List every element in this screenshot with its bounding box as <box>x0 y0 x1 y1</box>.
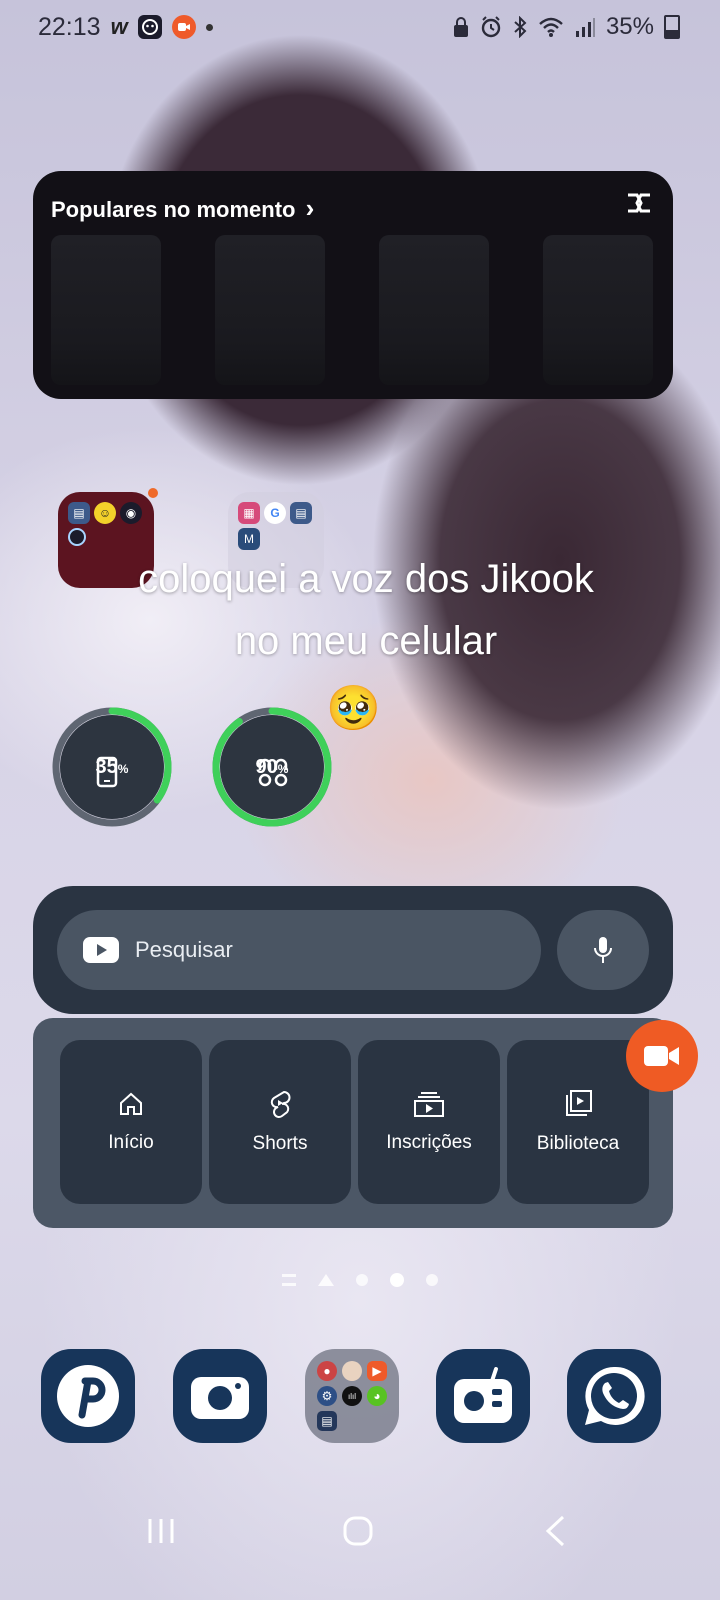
page-indicator-feed <box>282 1274 296 1286</box>
w-app-icon: w <box>110 14 128 39</box>
tab-shorts[interactable]: Shorts <box>209 1040 351 1204</box>
circle-app-icon <box>68 528 86 546</box>
status-bar: 22:13 w 35% <box>38 10 680 44</box>
home-icon <box>120 1092 142 1115</box>
page-dot <box>356 1274 368 1286</box>
audio-app-icon: ılıl <box>342 1386 362 1406</box>
print-app-icon: ▤ <box>68 502 90 524</box>
capcut-template-thumbnail[interactable] <box>543 235 653 385</box>
earbuds-battery-widget[interactable]: 90% <box>210 705 334 829</box>
camera-recorder-icon <box>171 15 196 39</box>
page-dot <box>426 1274 438 1286</box>
lock-icon <box>453 17 468 37</box>
search-placeholder: Pesquisar <box>135 937 233 962</box>
print-app-icon: ▤ <box>290 502 312 524</box>
library-icon <box>566 1090 592 1116</box>
home-nav-icon <box>343 1516 373 1546</box>
phone-battery-widget[interactable]: 35% <box>50 705 174 829</box>
tab-inicio[interactable]: Início <box>60 1040 202 1204</box>
radio-app[interactable] <box>436 1349 530 1443</box>
capcut-template-thumbnail[interactable] <box>215 235 325 385</box>
video-caption: coloquei a voz dos Jikook no meu celular <box>0 548 720 672</box>
youtube-search-bar[interactable]: Pesquisar <box>57 910 541 990</box>
alarm-icon <box>481 16 501 38</box>
camera-recorder-icon: ▶ <box>367 1361 387 1381</box>
page-dot-active <box>390 1273 404 1287</box>
radio-icon <box>454 1367 512 1423</box>
recent-apps-icon <box>148 1519 174 1543</box>
caption-line-1: coloquei a voz dos Jikook <box>138 557 594 601</box>
subscriptions-icon <box>414 1092 444 1117</box>
status-time: 22:13 <box>38 12 101 41</box>
settings-icon: ⚙ <box>317 1386 337 1406</box>
m-app-icon: M <box>238 528 260 550</box>
dot-icon <box>205 23 213 31</box>
capcut-logo-icon[interactable] <box>625 191 653 222</box>
camera-icon <box>191 1377 249 1419</box>
youtube-shortcuts-widget: Início Shorts Inscrições Biblioteca <box>33 1018 673 1228</box>
battery-percent: 35% <box>605 13 654 40</box>
capcut-template-thumbnail[interactable] <box>51 235 161 385</box>
tab-inscricoes[interactable]: Inscrições <box>358 1040 500 1204</box>
battery-icon <box>664 15 680 39</box>
wifi-icon <box>539 17 563 37</box>
capcut-template-thumbnail[interactable] <box>379 235 489 385</box>
pinterest-icon <box>57 1365 119 1427</box>
camera-app[interactable] <box>173 1349 267 1443</box>
home-button[interactable] <box>333 1506 383 1556</box>
screen-record-button[interactable] <box>626 1020 698 1092</box>
shorts-icon <box>270 1090 291 1118</box>
pinterest-app[interactable] <box>41 1349 135 1443</box>
face-app-icon: ◉ <box>120 502 142 524</box>
google-icon: G <box>264 502 286 524</box>
notification-dot <box>148 488 158 498</box>
back-icon <box>545 1515 565 1547</box>
system-navigation-bar <box>0 1506 720 1556</box>
pleading-face-emoji: 🥹 <box>326 684 381 733</box>
recent-apps-button[interactable] <box>136 1506 186 1556</box>
whatsapp-icon <box>585 1366 645 1425</box>
duolingo-icon: ◕ <box>367 1386 387 1406</box>
signal-icon <box>575 18 595 37</box>
app-icon <box>342 1361 362 1381</box>
voice-search-button[interactable] <box>557 910 649 990</box>
face-app-icon <box>137 15 162 39</box>
bluetooth-icon <box>514 16 527 38</box>
page-indicator-home <box>318 1274 334 1286</box>
phone-icon <box>96 756 117 787</box>
calendar-app-icon: ▦ <box>238 502 260 524</box>
back-button[interactable] <box>530 1506 580 1556</box>
caption-line-2: no meu celular <box>234 619 498 663</box>
apps-folder[interactable]: ● ▶ ⚙ ılıl ◕ ▤ <box>305 1349 399 1443</box>
capcut-widget[interactable]: Populares no momento › <box>33 171 673 399</box>
youtube-search-widget: Pesquisar <box>33 886 673 1014</box>
youtube-logo-icon <box>83 937 119 963</box>
capcut-widget-title[interactable]: Populares no momento › <box>51 193 314 224</box>
whatsapp-app[interactable] <box>567 1349 661 1443</box>
earbuds-icon <box>258 758 287 786</box>
chevron-right-icon: › <box>305 193 315 223</box>
video-camera-icon <box>644 1046 679 1066</box>
yellow-face-app-icon: ☺ <box>94 502 116 524</box>
microphone-icon <box>594 937 612 963</box>
app-icon: ▤ <box>317 1411 337 1431</box>
app-icon: ● <box>317 1361 337 1381</box>
page-indicator[interactable] <box>0 1273 720 1287</box>
